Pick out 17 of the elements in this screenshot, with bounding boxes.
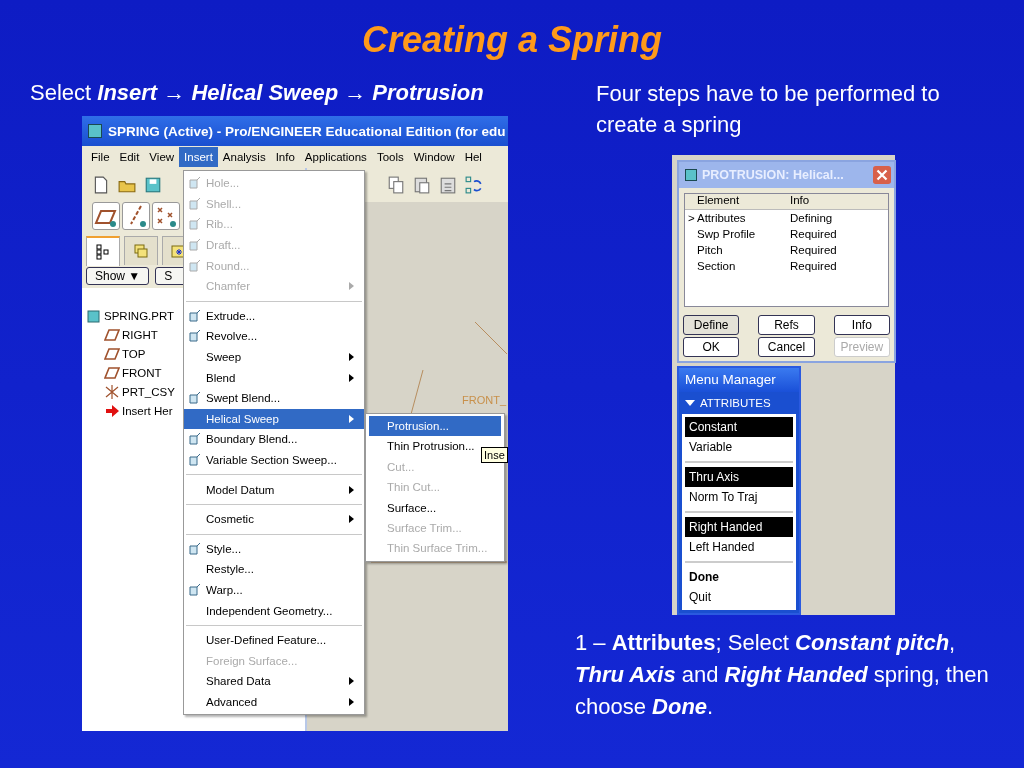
menu-manager-title: Menu Manager xyxy=(679,368,799,392)
tooltip: Inse xyxy=(481,447,508,463)
info-cell: Required xyxy=(790,260,837,272)
note-text: Four steps have to be performed to create a spring xyxy=(596,80,941,139)
column-header: Info xyxy=(790,194,810,208)
window-title: SPRING (Active) - Pro/ENGINEER Educational Edition (for edu xyxy=(108,123,506,139)
info-cell: Defining xyxy=(790,212,833,224)
instruction-text: Select Insert → Helical Sweep → Protrusion xyxy=(30,79,485,107)
info-cell: Required xyxy=(790,228,837,240)
column-header: Element xyxy=(697,194,741,208)
info-cell: Required xyxy=(790,244,837,256)
section-header: ATTRIBUTES xyxy=(700,397,771,409)
caption-text: 1 – Attributes; Select Constant pitch, Thru Axis and Right Handed spring, then choose Done. xyxy=(575,629,990,721)
slide-title: Creating a Spring xyxy=(360,18,663,62)
current-marker: > xyxy=(688,212,695,224)
datum-label: FRONT_ xyxy=(462,394,506,406)
dialog-title: PROTRUSION: Helical... xyxy=(702,168,845,182)
